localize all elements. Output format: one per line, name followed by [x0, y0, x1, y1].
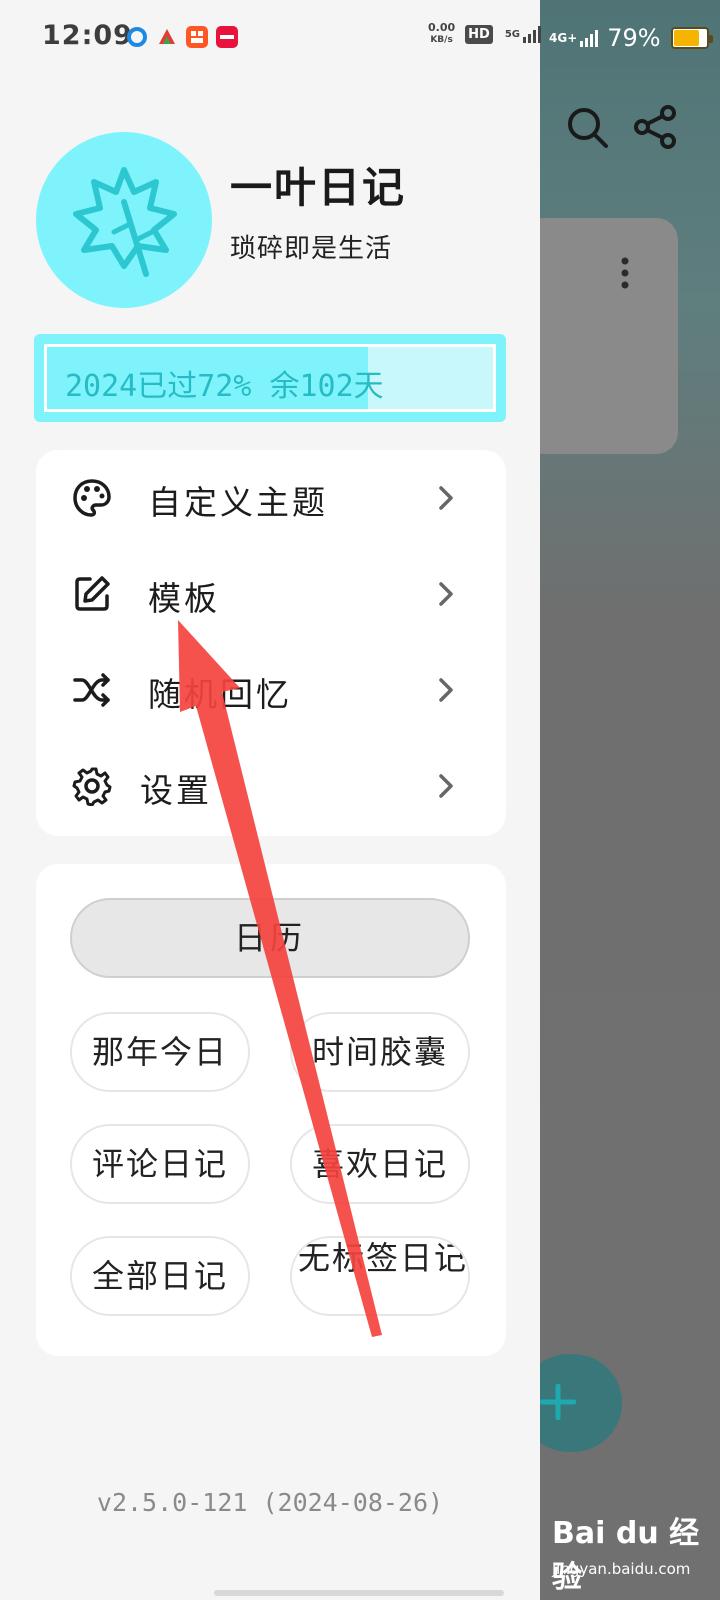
chip-time-capsule[interactable]: 时间胶囊: [290, 1012, 470, 1092]
baidu-jingyan-watermark: Bai du 经验 jingyan.baidu.com: [552, 1508, 712, 1595]
chevron-right-icon: [439, 582, 453, 606]
hd-badge: HD: [465, 24, 493, 44]
chevron-right-icon: [439, 678, 453, 702]
sim2-label: 4G+: [549, 30, 578, 45]
app-slogan: 琐碎即是生活: [230, 234, 393, 264]
menu-item-template[interactable]: 模板: [36, 546, 506, 642]
app-name: 一叶日记: [230, 163, 407, 212]
chip-on-this-day[interactable]: 那年今日: [70, 1012, 250, 1092]
app-logo-avatar[interactable]: [36, 132, 212, 308]
menu-item-label: 设置: [140, 771, 212, 810]
menu-card: 自定义主题 模板 随机回忆 设置: [36, 450, 506, 836]
signal-icon: [522, 26, 541, 43]
gear-icon: [72, 767, 112, 806]
menu-item-label: 模板: [148, 579, 220, 618]
menu-item-label: 随机回忆: [148, 675, 292, 714]
chip-commented-diary[interactable]: 评论日记: [70, 1124, 250, 1204]
video-app-icon: [186, 26, 208, 48]
chevron-right-icon: [439, 486, 453, 510]
chip-liked-diary[interactable]: 喜欢日记: [290, 1124, 470, 1204]
notification-icons: [126, 26, 238, 48]
diary-card[interactable]: [522, 218, 678, 454]
app-version: v2.5.0-121 (2024-08-26): [96, 1488, 444, 1517]
year-progress: 2024已过72% 余102天: [34, 334, 506, 422]
watermark-url: jingyan.baidu.com: [552, 1560, 691, 1578]
browser-icon: [127, 27, 147, 47]
shuffle-icon: [73, 673, 110, 707]
watermark-brand: Bai du 经验: [552, 1516, 700, 1595]
status-time: 12:09: [42, 20, 133, 51]
diary-filters-card: 日历 那年今日 时间胶囊 评论日记 喜欢日记 全部日记 无标签日记: [36, 864, 506, 1356]
menu-item-settings[interactable]: 设置: [36, 738, 506, 834]
edit-icon: [75, 576, 110, 611]
share-icon[interactable]: [632, 104, 678, 150]
app-notification-icon: [159, 29, 175, 44]
menu-item-label: 自定义主题: [148, 483, 328, 522]
home-indicator[interactable]: [214, 1590, 504, 1596]
leaf-icon: [73, 167, 177, 277]
status-indicators: 0.00 KB/s HD 5G: [428, 22, 544, 46]
chevron-right-icon: [439, 774, 453, 798]
net-speed: 0.00 KB/s: [428, 21, 456, 46]
battery-percent: 79%: [607, 24, 661, 52]
status-right: 4G+ 79%: [545, 24, 713, 52]
status-bar: 12:09 0.00 KB/s HD 5G: [0, 0, 541, 76]
plus-icon: [540, 1384, 576, 1420]
search-icon[interactable]: [566, 106, 610, 150]
menu-item-custom-theme[interactable]: 自定义主题: [36, 450, 506, 546]
chip-all-diary[interactable]: 全部日记: [70, 1236, 250, 1316]
calendar-button[interactable]: 日历: [70, 898, 470, 978]
sim1-label: 5G: [504, 28, 520, 40]
year-progress-track: 2024已过72% 余102天: [44, 344, 496, 412]
chip-untagged-diary[interactable]: 无标签日记: [290, 1236, 470, 1316]
menu-item-random-memory[interactable]: 随机回忆: [36, 642, 506, 738]
battery-fill: [673, 30, 699, 46]
shopping-app-icon: [216, 26, 238, 48]
navigation-drawer: 12:09 0.00 KB/s HD 5G 一叶日记 琐碎即是生活 2024已过…: [0, 0, 541, 1600]
more-options-icon[interactable]: [620, 256, 630, 290]
year-progress-text: 2024已过72% 余102天: [65, 369, 384, 404]
battery-icon: [670, 27, 713, 49]
palette-icon: [73, 479, 111, 517]
signal-icon: [580, 30, 599, 47]
